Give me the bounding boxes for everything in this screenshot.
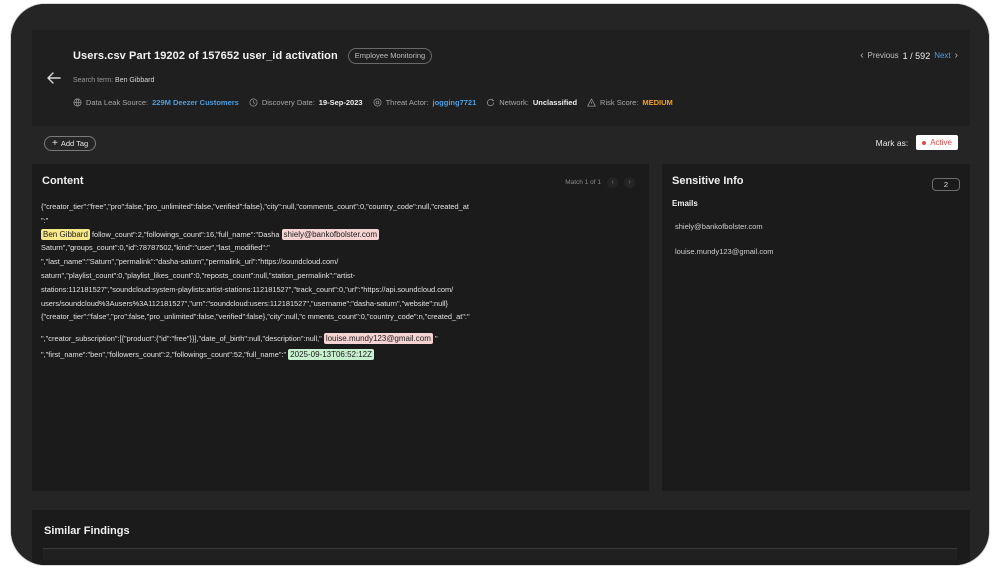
content-line: stations:112181527","soundcloud:system-p… — [41, 284, 454, 294]
finding-header: Users.csv Part 19202 of 157652 user_id a… — [32, 30, 970, 126]
add-tag-button[interactable]: + Add Tag — [44, 136, 97, 151]
discovery-date-label: Discovery Date: — [261, 98, 315, 107]
meta-leak-source: Data Leak Source: 229M Deezer Customers — [73, 98, 239, 107]
next-button[interactable]: Next — [934, 51, 950, 60]
similar-findings-list — [43, 548, 957, 560]
status-label: Active — [930, 138, 952, 147]
sensitive-count-badge: 2 — [932, 178, 960, 191]
threat-actor-link[interactable]: jogging7721 — [433, 98, 477, 107]
email-highlight[interactable]: shiely@bankofbolster.com — [281, 228, 380, 240]
search-term-value: Ben Gibbard — [115, 77, 155, 84]
mark-as-control: Mark as: Active — [876, 135, 958, 150]
content-panel: Content Match 1 of 1 ‹ › {"creator_tier"… — [32, 164, 649, 491]
app-screen: Users.csv Part 19202 of 157652 user_id a… — [11, 4, 989, 565]
status-dropdown[interactable]: Active — [916, 135, 958, 150]
warning-icon — [587, 98, 596, 107]
back-arrow-icon[interactable] — [44, 68, 64, 88]
meta-risk-score: Risk Score: MEDIUM — [587, 98, 673, 107]
sensitive-info-panel: Sensitive Info 2 Emails shiely@bankofbol… — [662, 164, 970, 491]
sensitive-info-title: Sensitive Info — [672, 175, 744, 187]
content-fragment: ","first_name":"ben","followers_count":2… — [41, 349, 289, 359]
content-title: Content — [42, 175, 84, 187]
content-line: ","last_name":"Saturn","permalink":"dash… — [41, 257, 339, 267]
chevron-left-icon[interactable]: ‹ — [860, 50, 863, 61]
content-line: Ben Gibbard follow_count":2,"followings_… — [41, 228, 581, 242]
previous-button[interactable]: Previous — [868, 51, 899, 60]
category-tag[interactable]: Employee Monitoring — [347, 48, 433, 64]
content-text: {"creator_tier":"free","pro":false,"pro_… — [41, 200, 581, 362]
refresh-icon — [487, 98, 495, 107]
email-highlight[interactable]: louise.mundy123@gmail.com — [323, 333, 433, 345]
search-match-highlight[interactable]: Ben Gibbard — [41, 228, 90, 240]
device-frame: Users.csv Part 19202 of 157652 user_id a… — [11, 4, 989, 565]
date-highlight[interactable]: 2025-09-13T06:52:12Z — [288, 348, 375, 360]
match-count: Match 1 of 1 — [565, 179, 601, 186]
mark-as-label: Mark as: — [875, 137, 909, 148]
plus-icon: + — [52, 137, 58, 149]
page-title: Users.csv Part 19202 of 157652 user_id a… — [73, 50, 338, 62]
threat-actor-label: Threat Actor: — [385, 98, 429, 107]
title-row: Users.csv Part 19202 of 157652 user_id a… — [73, 48, 433, 64]
content-line: {"creator_tier":"free","pro":false,"pro_… — [41, 202, 469, 211]
content-line: saturn","playlist_count":0,"playlist_lik… — [41, 270, 356, 280]
content-fragment: follow_count":2,"followings_count":16,"f… — [89, 229, 282, 239]
match-nav: Match 1 of 1 ‹ › — [565, 177, 635, 188]
meta-threat-actor: Threat Actor: jogging7721 — [373, 98, 477, 107]
meta-row: Data Leak Source: 229M Deezer Customers … — [73, 98, 673, 107]
email-item[interactable]: shiely@bankofbolster.com — [675, 222, 763, 231]
chevron-right-icon[interactable]: › — [955, 50, 958, 61]
content-line: ":" — [41, 215, 49, 225]
similar-findings-panel: Similar Findings — [32, 510, 970, 565]
meta-discovery-date: Discovery Date: 19-Sep-2023 — [249, 98, 363, 107]
search-term: Search term: Ben Gibbard — [73, 77, 154, 84]
content-line: users/soundcloud%3Ausers%3A112181527","u… — [41, 298, 448, 308]
email-item[interactable]: louise.mundy123@gmail.com — [675, 247, 774, 256]
network-label: Network: — [499, 98, 529, 107]
clock-icon — [249, 98, 258, 107]
leak-source-link[interactable]: 229M Deezer Customers — [152, 98, 239, 107]
content-fragment: " — [432, 334, 438, 344]
risk-score-value: MEDIUM — [642, 98, 673, 107]
content-fragment: ","creator_subscription":[{"product":{"i… — [41, 334, 324, 344]
content-line: ","first_name":"ben","followers_count":2… — [41, 348, 581, 362]
network-value: Unclassified — [532, 98, 578, 107]
similar-findings-title: Similar Findings — [44, 525, 130, 537]
content-line: ","creator_subscription":[{"product":{"i… — [41, 332, 581, 346]
discovery-date-value: 19-Sep-2023 — [318, 98, 363, 107]
match-prev-button[interactable]: ‹ — [607, 177, 618, 188]
emails-heading: Emails — [672, 199, 698, 208]
content-line: Saturn","groups_count":0,"id":78787502,"… — [41, 243, 270, 253]
target-icon — [373, 98, 382, 107]
globe-icon — [73, 98, 82, 107]
status-dot-icon — [922, 140, 927, 145]
search-term-label: Search term: — [73, 77, 114, 84]
match-next-button[interactable]: › — [624, 177, 635, 188]
leak-source-label: Data Leak Source: — [86, 98, 149, 107]
finding-pager: ‹ Previous 1 / 592 Next › — [860, 50, 958, 61]
risk-score-label: Risk Score: — [600, 98, 639, 107]
pager-count: 1 / 592 — [902, 50, 931, 61]
content-line: {"creator_tier":"false","pro":false,"pro… — [41, 312, 470, 322]
add-tag-label: Add Tag — [60, 139, 89, 148]
meta-network: Network: Unclassified — [486, 98, 577, 107]
